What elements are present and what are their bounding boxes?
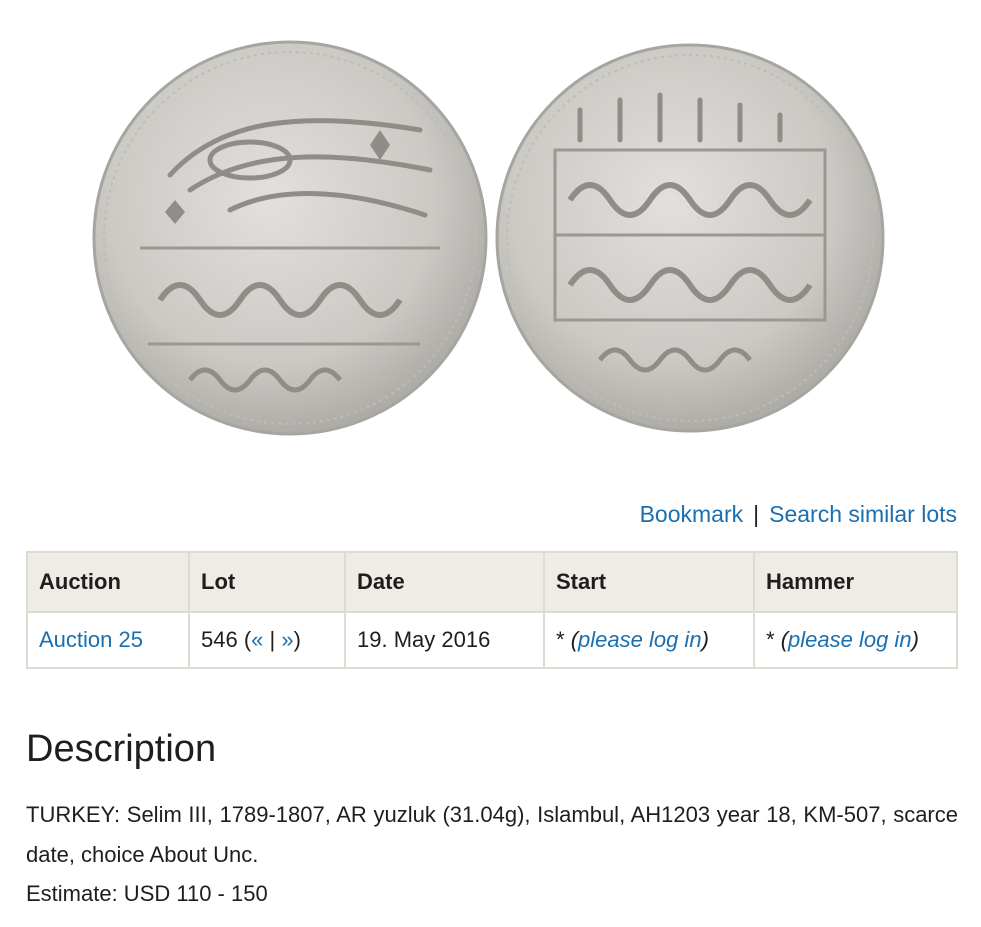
- search-similar-lots-link[interactable]: Search similar lots: [769, 501, 957, 527]
- link-separator: |: [753, 501, 760, 527]
- description-heading: Description: [26, 728, 217, 770]
- bookmark-link[interactable]: Bookmark: [640, 501, 744, 527]
- header-auction: Auction: [26, 551, 190, 613]
- auction-link[interactable]: Auction 25: [39, 627, 143, 652]
- cell-start: * (please log in): [543, 611, 755, 669]
- lot-info-table: Auction Lot Date Start Hammer Auction 25…: [26, 551, 958, 669]
- previous-lot-link[interactable]: «: [251, 627, 263, 652]
- hammer-asterisk: *: [766, 627, 775, 652]
- cell-hammer: * (please log in): [753, 611, 958, 669]
- coin-photo: [92, 40, 885, 436]
- coin-image: [0, 0, 981, 480]
- hammer-login-link[interactable]: please log in: [788, 627, 912, 652]
- estimate-text: Estimate: USD 110 - 150: [26, 881, 268, 906]
- start-asterisk: *: [556, 627, 565, 652]
- cell-date: 19. May 2016: [344, 611, 545, 669]
- lot-nav-separator: |: [269, 627, 276, 652]
- header-start: Start: [543, 551, 755, 613]
- header-date: Date: [344, 551, 545, 613]
- lot-actions: Bookmark | Search similar lots: [640, 496, 957, 532]
- coin-reverse: [495, 43, 885, 433]
- next-lot-link[interactable]: »: [281, 627, 293, 652]
- start-login-link[interactable]: please log in: [578, 627, 702, 652]
- header-lot: Lot: [188, 551, 346, 613]
- cell-lot: 546 (« | »): [188, 611, 346, 669]
- lot-number: 546: [201, 627, 238, 652]
- cell-auction: Auction 25: [26, 611, 190, 669]
- table-header-row: Auction Lot Date Start Hammer: [26, 551, 958, 613]
- table-row: Auction 25 546 (« | ») 19. May 2016 * (p…: [26, 611, 958, 669]
- header-hammer: Hammer: [753, 551, 958, 613]
- description-text: TURKEY: Selim III, 1789-1807, AR yuzluk …: [26, 802, 958, 867]
- coin-obverse: [92, 40, 488, 436]
